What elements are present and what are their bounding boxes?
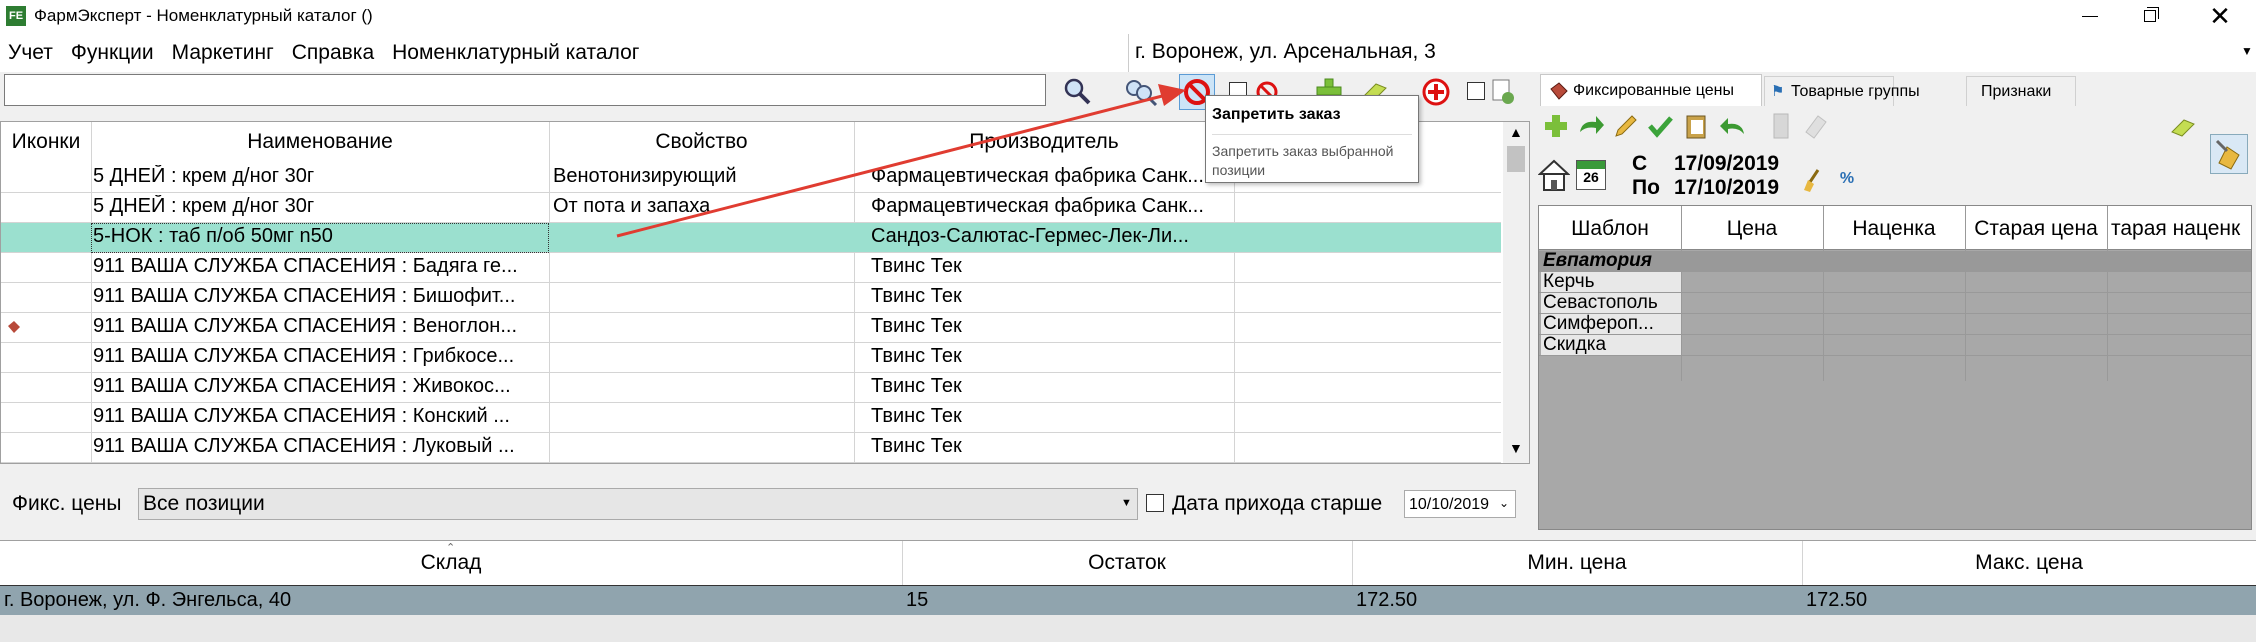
annotation-arrow (616, 84, 1186, 238)
